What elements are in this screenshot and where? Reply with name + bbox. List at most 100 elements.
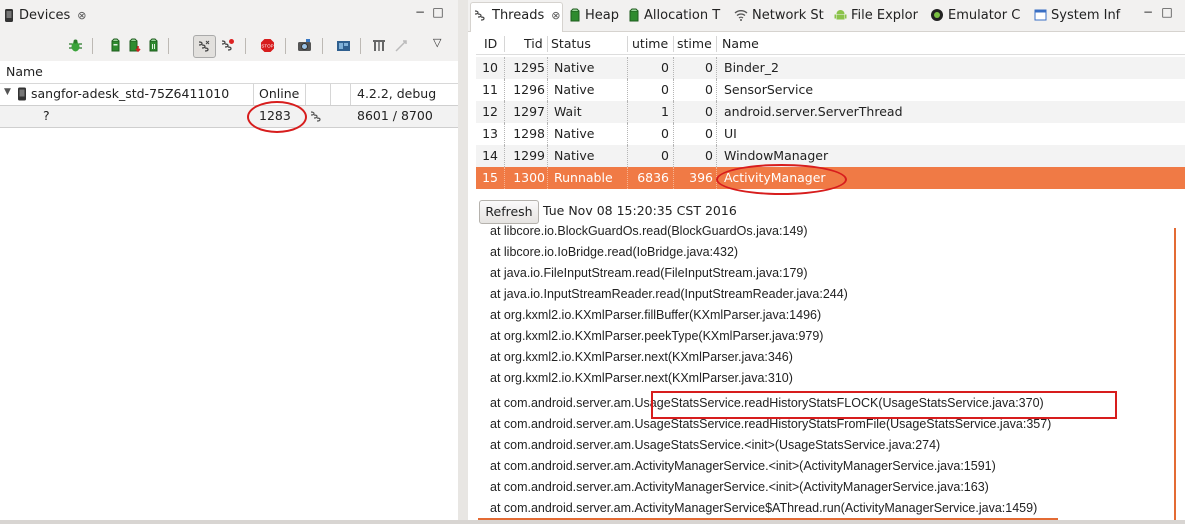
thread-stime: 396 (689, 170, 713, 185)
thread-update-indicator-icon (310, 111, 321, 122)
thread-utime: 0 (661, 60, 669, 75)
thread-status: Native (554, 148, 595, 163)
close-icon[interactable]: ⊗ (551, 9, 560, 22)
stack-frame: at com.android.server.am.UsageStatsServi… (490, 438, 941, 452)
column-header-status[interactable]: Status (551, 34, 591, 54)
systrace-icon[interactable] (372, 38, 387, 53)
tab-file-explorer-label: File Explor (851, 7, 918, 23)
heap-icon (570, 8, 580, 22)
thread-utime: 0 (661, 82, 669, 97)
minimize-icon[interactable]: − (1142, 6, 1154, 18)
thread-stime: 0 (705, 126, 713, 141)
column-header-tid[interactable]: Tid (524, 34, 543, 54)
stack-frame: at libcore.io.IoBridge.read(IoBridge.jav… (490, 245, 739, 259)
thread-name: SensorService (724, 82, 814, 97)
tab-emulator-label: Emulator C (948, 7, 1021, 23)
thread-stime: 0 (705, 82, 713, 97)
device-row[interactable]: ▼ sangfor-adesk_std-75Z6411010 Online 4.… (0, 84, 458, 104)
stack-frame: at org.kxml2.io.KXmlParser.next(KXmlPars… (490, 350, 793, 364)
stack-trace-panel[interactable]: at libcore.io.BlockGuardOs.read(BlockGua… (476, 224, 1176, 524)
thread-tid: 1297 (513, 104, 545, 119)
tab-network-stats[interactable]: Network St (734, 4, 824, 26)
svg-text:STOP: STOP (261, 44, 273, 49)
tab-emulator-control[interactable]: Emulator C (930, 4, 1020, 26)
screen-capture-icon[interactable] (297, 38, 312, 53)
toolbar-separator (322, 38, 323, 54)
minimize-icon[interactable]: − (414, 6, 426, 18)
tab-threads[interactable]: Threads ⊗ (474, 4, 560, 26)
thread-id: 14 (482, 148, 498, 163)
cause-gc-icon[interactable] (146, 38, 161, 53)
thread-utime: 6836 (637, 170, 669, 185)
tab-system-info[interactable]: System Inf (1034, 4, 1120, 26)
process-name: ? (43, 108, 50, 123)
thread-row[interactable]: 13 1298 Native 0 0 UI (476, 123, 1185, 145)
process-row[interactable]: ? 1283 8601 / 8700 (0, 105, 458, 128)
column-header-name[interactable]: Name (722, 34, 759, 54)
thread-row[interactable]: 10 1295 Native 0 0 Binder_2 (476, 57, 1185, 79)
android-icon (834, 10, 847, 20)
column-divider (504, 36, 505, 52)
update-heap-icon[interactable] (108, 38, 123, 53)
allocation-icon (629, 8, 639, 22)
tab-threads-label: Threads (492, 7, 545, 23)
stack-frame: at org.kxml2.io.KXmlParser.next(KXmlPars… (490, 371, 793, 385)
stack-frame: at libcore.io.BlockGuardOs.read(BlockGua… (490, 224, 808, 238)
expand-arrow-icon[interactable]: ▼ (4, 87, 11, 97)
thread-status: Native (554, 82, 595, 97)
thread-row[interactable]: 14 1299 Native 0 0 WindowManager (476, 145, 1185, 167)
column-header-id[interactable]: ID (484, 34, 497, 54)
toolbar-separator (360, 38, 361, 54)
maximize-icon[interactable]: □ (432, 6, 444, 18)
tab-file-explorer[interactable]: File Explor (834, 4, 918, 26)
column-divider (547, 36, 548, 52)
stack-frame: at com.android.server.am.ActivityManager… (490, 459, 996, 473)
stack-frame: at com.android.server.am.ActivityManager… (490, 480, 989, 494)
dump-hprof-icon[interactable] (127, 38, 142, 53)
stack-frame: at java.io.FileInputStream.read(FileInpu… (490, 266, 808, 280)
tab-system-info-label: System Inf (1051, 7, 1121, 23)
thread-row[interactable]: 11 1296 Native 0 0 SensorService (476, 79, 1185, 101)
thread-tid: 1300 (513, 170, 545, 185)
thread-status: Native (554, 126, 595, 141)
devices-tab-bar: Devices ⊗ − □ (0, 0, 458, 32)
tab-heap[interactable]: Heap (569, 4, 619, 26)
thread-name: android.server.ServerThread (724, 104, 903, 119)
column-divider (627, 36, 628, 52)
tab-allocation-tracker[interactable]: Allocation T (628, 4, 720, 26)
view-splitter[interactable] (458, 0, 468, 524)
update-threads-icon[interactable] (193, 35, 216, 58)
thread-utime: 0 (661, 148, 669, 163)
thread-row[interactable]: 12 1297 Wait 1 0 android.server.ServerTh… (476, 101, 1185, 123)
debug-bug-icon[interactable] (68, 38, 83, 53)
annotation-circle-thread-name (716, 164, 847, 195)
tab-devices-label: Devices (19, 7, 71, 23)
close-icon[interactable]: ⊗ (77, 9, 86, 22)
window-bottom-border (0, 520, 1185, 524)
column-header-utime[interactable]: utime (632, 34, 668, 54)
column-header-stime[interactable]: stime (677, 34, 712, 54)
refresh-timestamp: Tue Nov 08 15:20:35 CST 2016 (543, 203, 737, 218)
device-name: sangfor-adesk_std-75Z6411010 (31, 86, 230, 101)
thread-tid: 1299 (513, 148, 545, 163)
start-method-profiling-icon[interactable] (220, 38, 235, 53)
tab-devices[interactable]: Devices ⊗ (3, 4, 86, 26)
thread-id: 13 (482, 126, 498, 141)
opengl-trace-icon[interactable] (394, 38, 409, 53)
refresh-button[interactable]: Refresh (479, 200, 539, 224)
tab-network-label: Network St (752, 7, 824, 23)
dump-view-hierarchy-icon[interactable] (336, 38, 351, 53)
thread-id: 10 (482, 60, 498, 75)
toolbar-separator (245, 38, 246, 54)
stop-process-icon[interactable]: STOP (260, 38, 275, 53)
threads-icon (474, 10, 485, 21)
thread-stime: 0 (705, 104, 713, 119)
column-divider (716, 36, 717, 52)
thread-status: Runnable (554, 170, 613, 185)
maximize-icon[interactable]: □ (1161, 6, 1173, 18)
view-menu-icon[interactable]: ▽ (433, 36, 441, 49)
column-header-name: Name (6, 64, 43, 79)
device-phone-icon (18, 87, 26, 101)
devices-table-header: Name (0, 63, 458, 84)
stack-frame: at com.android.server.am.ActivityManager… (490, 501, 1038, 515)
